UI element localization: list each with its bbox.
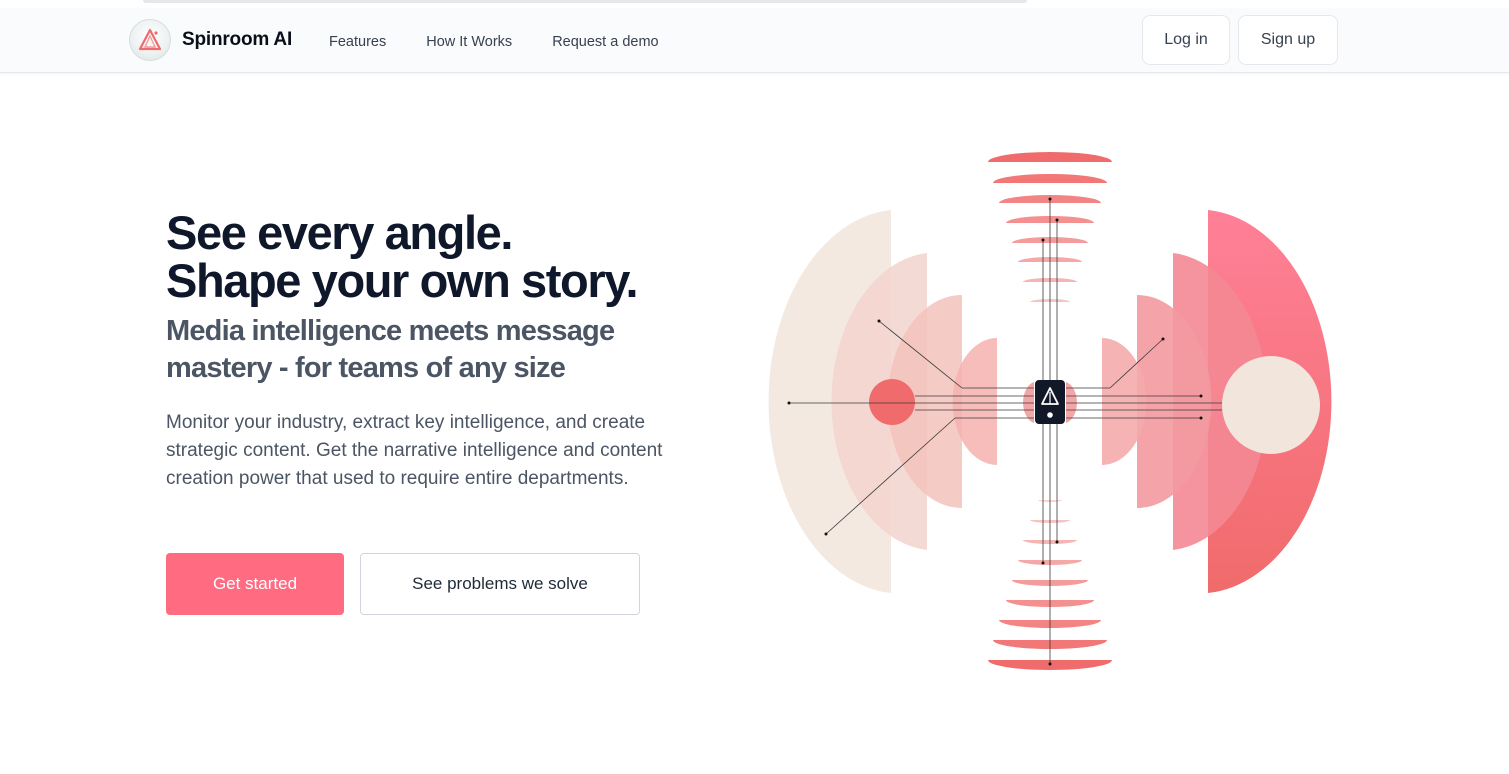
hero-subheadline-line-2: mastery - for teams of any size (166, 352, 566, 384)
nav-link-how-it-works[interactable]: How It Works (426, 34, 512, 50)
login-button[interactable]: Log in (1142, 15, 1230, 65)
top-navbar: Spinroom AI Features How It Works Reques… (0, 8, 1509, 73)
hero-headline-line-1: See every angle. (166, 206, 513, 259)
hero-illustration (768, 152, 1332, 670)
get-started-button[interactable]: Get started (166, 553, 344, 615)
spinroom-logo-icon (129, 19, 171, 61)
signup-button[interactable]: Sign up (1238, 15, 1338, 65)
hero-subheadline: Media intelligence meets message mastery… (166, 313, 615, 387)
brand-home-link[interactable]: Spinroom AI (129, 19, 292, 61)
main-nav: Features How It Works Request a demo (329, 34, 699, 50)
browser-top-strip (143, 0, 1027, 3)
nav-link-request-demo[interactable]: Request a demo (552, 34, 658, 50)
brand-name: Spinroom AI (182, 29, 293, 50)
nav-link-features[interactable]: Features (329, 34, 386, 50)
hero-headline: See every angle. Shape your own story. (166, 206, 639, 307)
center-mark-icon (1035, 380, 1065, 424)
hero-description: Monitor your industry, extract key intel… (166, 412, 663, 489)
hero-subheadline-line-1: Media intelligence meets message (166, 315, 615, 347)
see-problems-button[interactable]: See problems we solve (360, 553, 640, 615)
hero-headline-line-2: Shape your own story. (166, 254, 639, 307)
